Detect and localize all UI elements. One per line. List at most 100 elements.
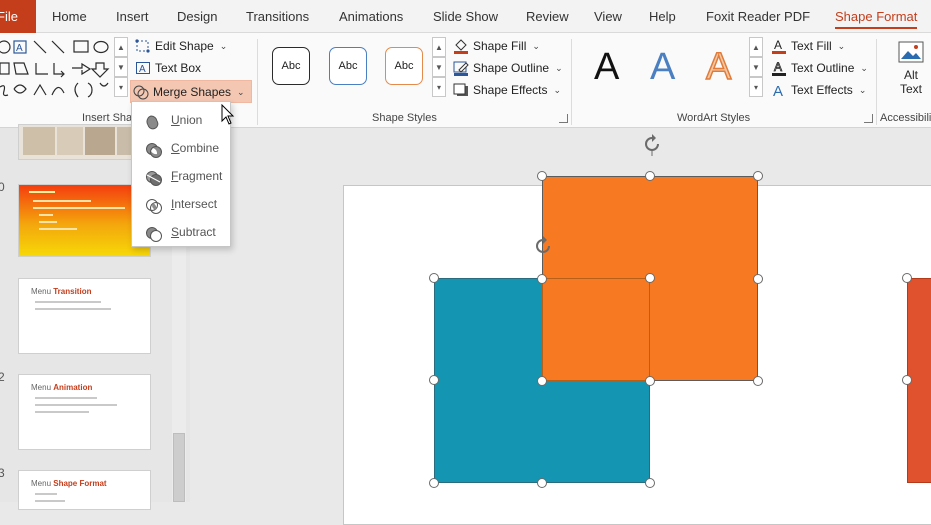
paint-bucket-icon <box>453 38 469 54</box>
slide-number: 3 <box>0 466 5 480</box>
tab-insert[interactable]: Insert <box>116 0 149 33</box>
text-effects-icon: A <box>771 82 787 98</box>
shapes-gallery[interactable]: A <box>0 37 112 101</box>
shape-style-preset-2[interactable]: Abc <box>329 47 367 85</box>
thumb-text-line <box>33 207 125 209</box>
resize-handle[interactable] <box>645 478 655 488</box>
text-box-button[interactable]: A Text Box <box>135 58 201 78</box>
thumb-text-line <box>39 228 77 230</box>
merge-shapes-label: Merge Shapes <box>153 84 232 99</box>
text-fill-button[interactable]: A Text Fill ⌄ <box>771 36 845 56</box>
thumb-text-line <box>39 214 53 216</box>
resize-handle[interactable] <box>753 376 763 386</box>
chevron-down-icon: ⌄ <box>532 41 540 51</box>
wordart-style-orange[interactable]: A <box>705 46 732 88</box>
resize-handle[interactable] <box>902 375 912 385</box>
tab-home[interactable]: Home <box>52 0 87 33</box>
wordart-scroll-up-button[interactable]: ▲ <box>749 37 763 57</box>
slide-thumbnail[interactable]: Menu Transition <box>18 278 151 354</box>
tab-transitions[interactable]: Transitions <box>246 0 309 33</box>
rotate-handle-icon[interactable] <box>640 132 664 159</box>
resize-handle[interactable] <box>537 478 547 488</box>
resize-handle[interactable] <box>429 273 439 283</box>
shape-outline-button[interactable]: Shape Outline ⌄ <box>453 58 563 78</box>
gallery-scroll-up-button[interactable]: ▲ <box>114 37 128 57</box>
gallery-scroll-down-button[interactable]: ▼ <box>114 57 128 77</box>
resize-handle[interactable] <box>537 376 547 386</box>
chevron-down-icon: ⌄ <box>219 41 228 51</box>
thumb-text-line <box>33 200 91 202</box>
shape-fill-button[interactable]: Shape Fill ⌄ <box>453 36 540 56</box>
resize-handle[interactable] <box>645 171 655 181</box>
thumb-text-line <box>35 411 89 413</box>
slide-number: 0 <box>0 180 5 194</box>
menu-item-intersect[interactable]: Intersect <box>132 190 230 218</box>
shape-effects-icon <box>453 82 469 98</box>
tab-shape-format[interactable]: Shape Format <box>835 0 918 33</box>
text-fill-icon: A <box>771 38 787 54</box>
resize-handle[interactable] <box>645 376 655 386</box>
resize-handle[interactable] <box>645 273 655 283</box>
tab-design[interactable]: Design <box>177 0 217 33</box>
slide-thumbnail[interactable]: Menu Shape Format <box>18 470 151 510</box>
text-outline-button[interactable]: A Text Outline ⌄ <box>771 58 868 78</box>
tab-help[interactable]: Help <box>649 0 676 33</box>
wordart-scroll-down-button[interactable]: ▼ <box>749 57 763 77</box>
alt-text-button[interactable]: Alt Text <box>896 41 926 96</box>
alt-text-line-1: Alt <box>903 68 918 82</box>
slide-number: 2 <box>0 370 5 384</box>
styles-scroll-down-button[interactable]: ▼ <box>432 57 446 77</box>
slide-thumbnail[interactable]: Menu Animation <box>18 374 151 450</box>
shape-effects-label: Shape Effects <box>473 83 548 97</box>
group-divider <box>257 39 258 125</box>
wordart-style-blue[interactable]: A <box>650 47 675 87</box>
styles-scroll-up-button[interactable]: ▲ <box>432 37 446 57</box>
shape-style-preset-1[interactable]: Abc <box>272 47 310 85</box>
menu-item-combine[interactable]: Combine <box>132 134 230 162</box>
svg-text:A: A <box>774 38 782 52</box>
tab-foxit-reader-pdf[interactable]: Foxit Reader PDF <box>706 0 810 33</box>
shape-styles-launcher-icon[interactable] <box>559 114 568 123</box>
resize-handle[interactable] <box>537 171 547 181</box>
gallery-more-button[interactable]: ▾ <box>114 77 128 97</box>
menu-item-fragment[interactable]: Fragment <box>132 162 230 190</box>
text-effects-label: Text Effects <box>791 83 853 97</box>
ribbon-tab-bar: File Home Insert Design Transitions Anim… <box>0 0 931 33</box>
tab-animations[interactable]: Animations <box>339 0 403 33</box>
wordart-styles-launcher-icon[interactable] <box>864 114 873 123</box>
resize-handle[interactable] <box>429 478 439 488</box>
shape-effects-button[interactable]: Shape Effects ⌄ <box>453 80 561 100</box>
slide-panel-scroll-thumb[interactable] <box>173 433 185 502</box>
text-box-icon: A <box>135 60 151 76</box>
shape-outline-label: Shape Outline <box>473 61 550 75</box>
resize-handle[interactable] <box>429 375 439 385</box>
thumb-text-line <box>35 308 111 310</box>
text-effects-button[interactable]: A Text Effects ⌄ <box>771 80 866 100</box>
thumb-text-line <box>35 404 117 406</box>
styles-more-button[interactable]: ▾ <box>432 77 446 97</box>
shape-fill-label: Shape Fill <box>473 39 527 53</box>
menu-item-union[interactable]: Union <box>132 106 230 134</box>
tab-slide-show[interactable]: Slide Show <box>433 0 498 33</box>
shape-style-preset-3[interactable]: Abc <box>385 47 423 85</box>
chevron-down-icon: ⌄ <box>837 41 846 51</box>
edit-shape-button[interactable]: Edit Shape ⌄ <box>135 36 227 56</box>
merge-shapes-button[interactable]: Merge Shapes ⌄ <box>130 80 252 103</box>
tab-view[interactable]: View <box>594 0 622 33</box>
slide-editing-canvas <box>190 128 931 525</box>
tab-review[interactable]: Review <box>526 0 569 33</box>
chevron-down-icon: ⌄ <box>860 63 868 73</box>
chevron-down-icon: ⌄ <box>858 85 867 95</box>
tab-file[interactable]: File <box>0 0 36 33</box>
resize-handle[interactable] <box>902 273 912 283</box>
chevron-down-icon: ⌄ <box>553 85 562 95</box>
merge-shapes-menu: Union Combine Fragment Intersect Subtrac… <box>131 101 231 247</box>
resize-handle[interactable] <box>753 171 763 181</box>
wordart-more-button[interactable]: ▾ <box>749 77 763 97</box>
resize-handle[interactable] <box>753 274 763 284</box>
menu-item-subtract[interactable]: Subtract <box>132 218 230 246</box>
resize-handle[interactable] <box>537 274 547 284</box>
rotate-handle-icon[interactable] <box>531 234 555 261</box>
wordart-style-black[interactable]: A <box>594 47 619 87</box>
overlap-selection-outline <box>542 278 650 381</box>
